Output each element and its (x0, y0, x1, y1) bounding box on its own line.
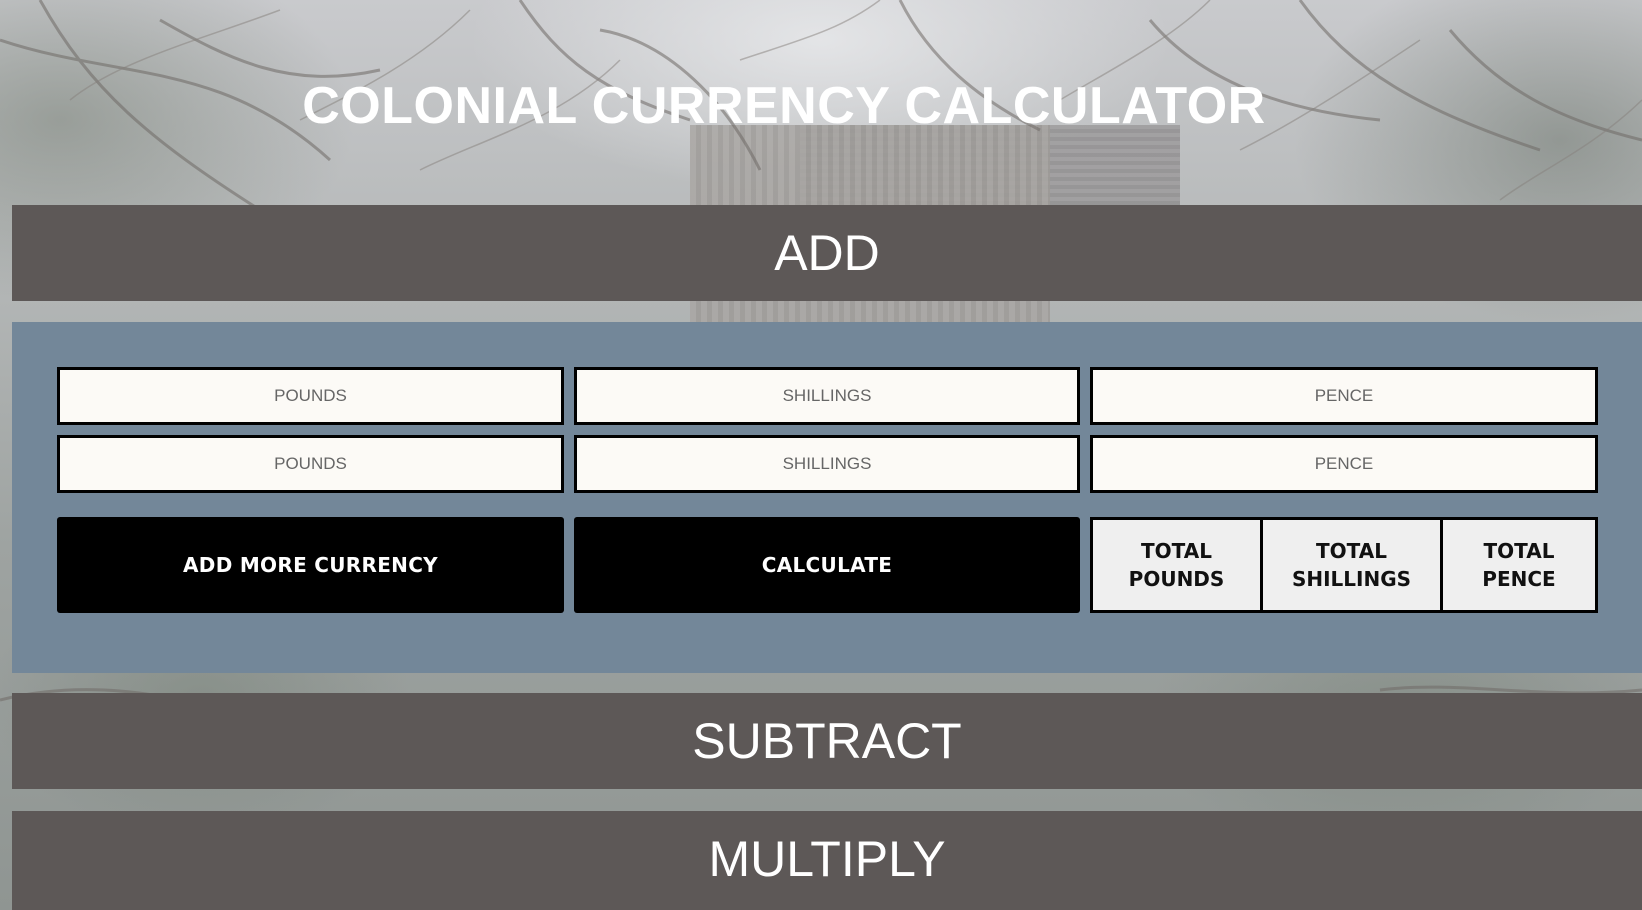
add-section-header[interactable]: ADD (12, 205, 1642, 301)
total-pounds: TOTAL POUNDS (1128, 539, 1225, 591)
total-pence: TOTAL PENCE (1440, 520, 1595, 610)
subtract-section-header[interactable]: SUBTRACT (12, 693, 1642, 789)
shillings-input-2[interactable] (574, 435, 1080, 493)
page-title: COLONIAL CURRENCY CALCULATOR (302, 77, 1266, 135)
pounds-input-1[interactable] (57, 367, 564, 425)
totals-display: TOTAL POUNDS TOTAL SHILLINGS TOTAL PENCE (1090, 517, 1598, 613)
multiply-section-header[interactable]: MULTIPLY (12, 811, 1642, 910)
shillings-input-1[interactable] (574, 367, 1080, 425)
pence-input-2[interactable] (1090, 435, 1598, 493)
pounds-input-2[interactable] (57, 435, 564, 493)
total-shillings: TOTAL SHILLINGS (1260, 520, 1440, 610)
pence-input-1[interactable] (1090, 367, 1598, 425)
calculate-button[interactable]: CALCULATE (574, 517, 1080, 613)
add-more-currency-button[interactable]: ADD MORE CURRENCY (57, 517, 564, 613)
